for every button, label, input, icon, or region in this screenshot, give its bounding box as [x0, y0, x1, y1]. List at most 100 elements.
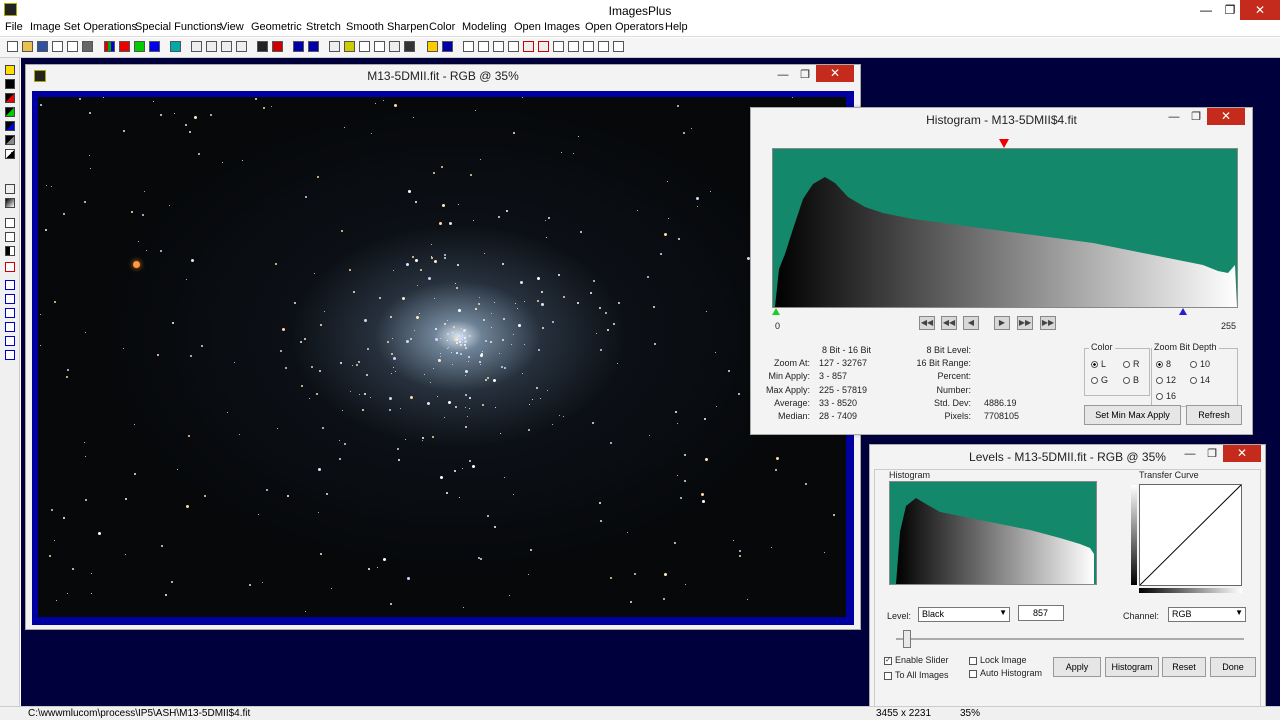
enable-slider-check-icon[interactable]: ✓	[884, 656, 892, 665]
stop-icon[interactable]	[272, 41, 283, 52]
tool-save-icon[interactable]	[5, 65, 15, 75]
radio-12-icon[interactable]	[1156, 377, 1163, 385]
tool-contrast-icon[interactable]	[5, 149, 15, 159]
to-all-images-check-icon[interactable]	[884, 671, 892, 680]
cancel-icon[interactable]	[67, 41, 78, 52]
pencil-icon[interactable]	[427, 41, 438, 52]
enable-slider-checkbox[interactable]: ✓ Enable Slider	[884, 655, 949, 665]
color-option-r[interactable]: R	[1123, 359, 1140, 369]
menu-help[interactable]: Help	[665, 21, 688, 33]
window-1-icon[interactable]	[553, 41, 564, 52]
red-channel-icon[interactable]	[119, 41, 130, 52]
level-number-field[interactable]: 857	[1018, 605, 1064, 621]
star-cluster-image[interactable]	[38, 97, 846, 617]
menu-geometric[interactable]: Geometric	[251, 21, 302, 33]
levels-close-icon[interactable]: ✕	[1223, 445, 1261, 462]
zoom-option-10[interactable]: 10	[1190, 359, 1210, 369]
levels-window[interactable]: Levels - M13-5DMII.fit - RGB @ 35% — ❐ ✕…	[869, 444, 1266, 720]
radio-b-icon[interactable]	[1123, 377, 1130, 385]
record-icon[interactable]	[257, 41, 268, 52]
nav-fast-back-icon[interactable]: ◀◀	[941, 316, 957, 330]
grid-icon[interactable]	[170, 41, 181, 52]
tool-rotate-right-icon[interactable]	[5, 336, 15, 346]
image-maximize-icon[interactable]: ❐	[794, 67, 816, 83]
menu-stretch[interactable]: Stretch	[306, 21, 341, 33]
image-minimize-icon[interactable]: —	[772, 67, 794, 83]
black-point-marker-icon[interactable]	[772, 308, 780, 315]
tool-frame-icon[interactable]	[5, 218, 15, 228]
menu-modeling[interactable]: Modeling	[462, 21, 507, 33]
print-icon[interactable]	[82, 41, 93, 52]
histogram-close-icon[interactable]: ✕	[1207, 108, 1245, 125]
white-point-marker-icon[interactable]	[1179, 308, 1187, 315]
undo-all-icon[interactable]	[221, 41, 232, 52]
crosshair-icon[interactable]	[359, 41, 370, 52]
plus-icon[interactable]	[374, 41, 385, 52]
histogram-window[interactable]: Histogram - M13-5DMII$4.fit — ❐ ✕ 0 255 …	[750, 107, 1253, 435]
histogram-minimize-icon[interactable]: —	[1163, 109, 1185, 125]
blue-channel-icon[interactable]	[149, 41, 160, 52]
radio-16-icon[interactable]	[1156, 393, 1163, 401]
stack-icon[interactable]	[329, 41, 340, 52]
remove-window-icon[interactable]	[538, 41, 549, 52]
tool-up-arrow-icon[interactable]	[5, 294, 15, 304]
undo-icon[interactable]	[191, 41, 202, 52]
properties-icon[interactable]	[442, 41, 453, 52]
radio-r-icon[interactable]	[1123, 361, 1130, 369]
nav-last-icon[interactable]: ▶▶	[1040, 316, 1056, 330]
rgb-icon[interactable]	[104, 41, 115, 52]
zoom-marker-icon[interactable]	[999, 139, 1009, 148]
levels-maximize-icon[interactable]: ❐	[1201, 446, 1223, 462]
new-icon[interactable]	[7, 41, 18, 52]
tool-rotate-left-icon[interactable]	[5, 322, 15, 332]
done-button[interactable]: Done	[1210, 657, 1256, 677]
tool-mask-icon[interactable]	[5, 184, 15, 194]
auto-histogram-check-icon[interactable]	[969, 669, 977, 678]
redo-icon[interactable]	[206, 41, 217, 52]
levels-minimize-icon[interactable]: —	[1179, 446, 1201, 462]
histogram-maximize-icon[interactable]: ❐	[1185, 109, 1207, 125]
zoom-option-14[interactable]: 14	[1190, 375, 1210, 385]
set-min-max-apply-button[interactable]: Set Min Max Apply	[1084, 405, 1181, 425]
menu-image-set-operations[interactable]: Image Set Operations	[30, 21, 137, 33]
tool-black-icon[interactable]	[5, 79, 15, 89]
zoom-fit-icon[interactable]	[493, 41, 504, 52]
level-select[interactable]: Black ▼	[918, 607, 1010, 622]
menu-open-operators[interactable]: Open Operators	[585, 21, 664, 33]
color-option-l[interactable]: L	[1091, 359, 1106, 369]
redo-all-icon[interactable]	[236, 41, 247, 52]
tool-move-icon[interactable]	[5, 280, 15, 290]
channel-dropdown-arrow-icon[interactable]: ▼	[1235, 608, 1243, 617]
zoom-in-icon[interactable]	[463, 41, 474, 52]
reset-button[interactable]: Reset	[1162, 657, 1206, 677]
close-icon[interactable]: ✕	[1240, 0, 1280, 20]
zoom-out-icon[interactable]	[478, 41, 489, 52]
open-icon[interactable]	[22, 41, 33, 52]
save-icon[interactable]	[37, 41, 48, 52]
apply-button[interactable]: Apply	[1053, 657, 1101, 677]
window-4-icon[interactable]	[598, 41, 609, 52]
zoom-actual-icon[interactable]	[508, 41, 519, 52]
menu-file[interactable]: File	[5, 21, 23, 33]
radio-g-icon[interactable]	[1091, 377, 1098, 385]
radio-8-icon[interactable]	[1156, 361, 1163, 369]
window-2-icon[interactable]	[568, 41, 579, 52]
image-close-icon[interactable]: ✕	[816, 65, 854, 82]
lock-image-checkbox[interactable]: Lock Image	[969, 655, 1027, 665]
tool-gray-icon[interactable]	[5, 135, 15, 145]
radio-14-icon[interactable]	[1190, 377, 1197, 385]
camera-icon[interactable]	[404, 41, 415, 52]
lock-image-check-icon[interactable]	[969, 656, 977, 665]
color-option-b[interactable]: B	[1123, 375, 1139, 385]
dots-icon[interactable]	[293, 41, 304, 52]
radio-10-icon[interactable]	[1190, 361, 1197, 369]
to-all-images-checkbox[interactable]: To All Images	[884, 670, 949, 680]
radio-l-icon[interactable]	[1091, 361, 1098, 369]
tool-levels-icon[interactable]	[5, 232, 15, 242]
window-3-icon[interactable]	[583, 41, 594, 52]
histogram-button[interactable]: Histogram	[1105, 657, 1159, 677]
tool-gradient-icon[interactable]	[5, 198, 15, 208]
zoom-option-12[interactable]: 12	[1156, 375, 1176, 385]
menu-view[interactable]: View	[220, 21, 244, 33]
refresh-button[interactable]: Refresh	[1186, 405, 1242, 425]
